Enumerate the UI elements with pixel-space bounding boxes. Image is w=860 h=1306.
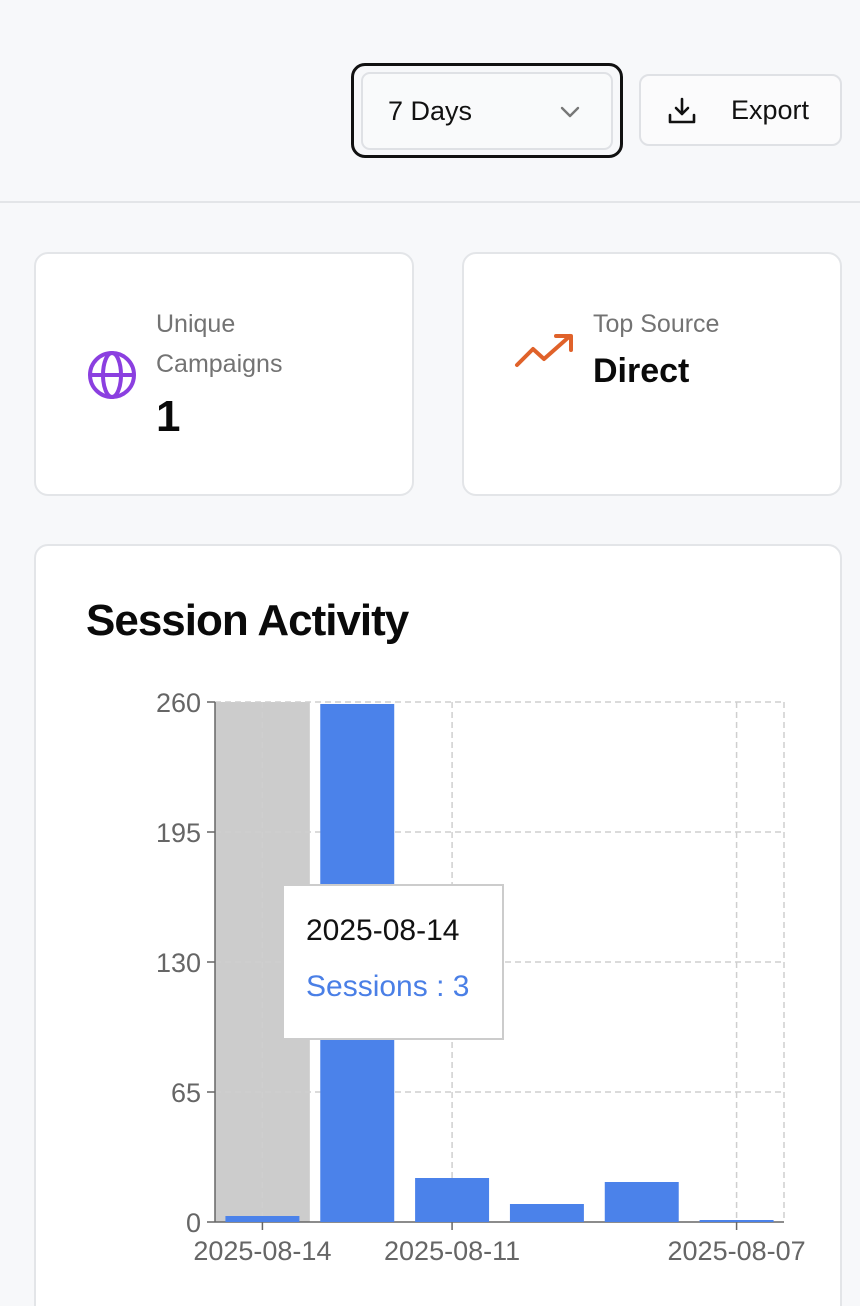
chart-bar <box>415 1178 490 1222</box>
chart-title: Session Activity <box>86 596 409 645</box>
download-icon <box>668 97 696 124</box>
stat-label: Top Source <box>593 310 720 338</box>
chart-bar <box>699 1220 774 1222</box>
stat-label: Unique Campaigns <box>156 310 283 378</box>
stat-value: Direct <box>593 352 690 390</box>
x-tick-label: 2025-08-07 <box>668 1236 806 1266</box>
y-tick-label: 195 <box>156 818 201 848</box>
y-tick-label: 130 <box>156 948 201 978</box>
date-range-select-focus-ring: 7 Days <box>351 63 623 158</box>
chart-bar <box>604 1182 679 1222</box>
chevron-down-icon <box>560 106 580 118</box>
chart-tooltip: 2025-08-14 Sessions : 3 <box>282 884 504 1040</box>
top-bar: 7 Days Export <box>0 0 860 203</box>
y-tick-label: 0 <box>186 1208 201 1238</box>
export-button[interactable]: Export <box>639 74 842 146</box>
x-tick-label: 2025-08-11 <box>384 1236 520 1266</box>
y-tick-label: 65 <box>171 1078 201 1108</box>
chart-bar <box>225 1216 300 1222</box>
date-range-value: 7 Days <box>388 95 473 126</box>
tooltip-date: 2025-08-14 <box>306 914 460 947</box>
globe-icon <box>88 351 136 399</box>
export-label: Export <box>731 95 810 125</box>
trending-up-icon <box>515 334 573 367</box>
tooltip-series-name: Sessions <box>306 970 428 1003</box>
stat-card-top-source: Top Source Direct <box>462 252 842 496</box>
stat-card-unique-campaigns: Unique Campaigns 1 <box>34 252 414 496</box>
y-tick-label: 260 <box>156 688 201 718</box>
stat-value: 1 <box>156 392 181 441</box>
date-range-select[interactable]: 7 Days <box>361 72 613 150</box>
chart-bar <box>509 1204 584 1222</box>
tooltip-series-value: 3 <box>452 970 470 1003</box>
x-tick-label: 2025-08-14 <box>193 1236 331 1266</box>
tooltip-separator: : <box>427 970 453 1003</box>
tooltip-value: Sessions : 3 <box>306 970 469 1004</box>
